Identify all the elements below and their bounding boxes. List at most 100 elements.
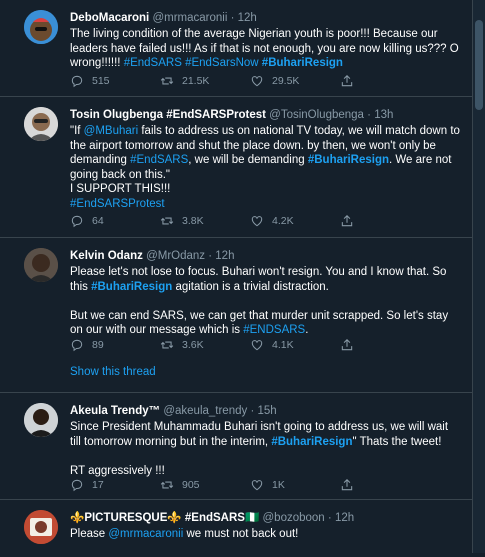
like-button[interactable]: 4.1K (250, 337, 340, 353)
author-handle[interactable]: @mrmacaronii (152, 12, 227, 24)
tweet-actions: 515 21.5K 29.5K (70, 73, 430, 89)
retweet-count: 21.5K (182, 75, 210, 87)
reply-count: 515 (92, 75, 110, 87)
retweet-icon (160, 341, 174, 349)
author-name[interactable]: ⚜️PICTURESQUE⚜️ #EndSARS🇳🇬 (70, 512, 259, 524)
like-count: 29.5K (272, 75, 300, 87)
retweet-button[interactable]: 21.5K (160, 73, 250, 89)
heart-icon (251, 340, 263, 351)
avatar[interactable] (24, 510, 58, 544)
separator: · (327, 512, 332, 524)
tweet-text-segment: . (305, 324, 309, 336)
reply-button[interactable]: 89 (70, 337, 160, 353)
tweet[interactable]: Kelvin Odanz @MrOdanz · 12h Please let's… (0, 238, 472, 393)
author-handle[interactable]: @TosinOlugbenga (269, 109, 364, 121)
tweet-text-segment: I SUPPORT THIS!!! (70, 183, 171, 195)
hashtag-link[interactable]: #BuhariResign (308, 154, 389, 166)
retweet-button[interactable]: 3.6K (160, 337, 250, 353)
author-name[interactable]: Akeula Trendy™ (70, 405, 160, 417)
share-icon (341, 339, 353, 351)
author-handle[interactable]: @bozoboon (263, 512, 325, 524)
tweet-text-segment: RT aggressively !!! (70, 464, 165, 477)
like-button[interactable]: 4.2K (250, 213, 340, 229)
mention-link[interactable]: @mrmacaronii (108, 528, 183, 540)
scrollbar[interactable] (473, 0, 485, 553)
share-button[interactable] (340, 73, 430, 89)
reply-button[interactable]: 515 (70, 73, 160, 89)
tweet-text-segment: " Thats the tweet! (352, 435, 442, 448)
like-count: 4.2K (272, 215, 294, 227)
like-button[interactable]: 29.5K (250, 73, 340, 89)
retweet-button[interactable]: 905 (160, 477, 250, 493)
tweet-actions: 17 905 1K (70, 477, 430, 493)
tweet-text-segment: Please (70, 528, 109, 540)
tweet-text-segment: , we will be demanding (188, 154, 308, 166)
avatar[interactable] (24, 248, 58, 282)
hashtag-link[interactable]: #BuhariResign (262, 57, 343, 69)
retweet-icon (160, 217, 174, 225)
heart-icon (251, 480, 263, 491)
hashtag-link[interactable]: #BuhariResign (91, 281, 172, 293)
tweet[interactable]: Akeula Trendy™ @akeula_trendy · 15h Sinc… (0, 393, 472, 500)
reply-icon (71, 339, 83, 352)
hashtag-link[interactable]: #BuhariResign (271, 436, 352, 448)
reply-icon (71, 215, 83, 228)
share-button[interactable] (340, 337, 430, 353)
timestamp[interactable]: 13h (374, 109, 393, 121)
scrollbar-thumb[interactable] (475, 20, 483, 110)
reply-button[interactable]: 17 (70, 477, 160, 493)
timestamp[interactable]: 15h (258, 405, 277, 417)
reply-button[interactable]: 64 (70, 213, 160, 229)
timestamp[interactable]: 12h (335, 512, 354, 524)
retweet-icon (160, 77, 174, 85)
avatar[interactable] (24, 403, 58, 437)
tweet[interactable]: DeboMacaroni @mrmacaronii · 12h The livi… (0, 0, 472, 97)
reply-count: 89 (92, 339, 104, 351)
share-icon (341, 479, 353, 491)
separator: · (250, 405, 255, 417)
reply-count: 17 (92, 479, 104, 491)
tweet-text: The living condition of the average Nige… (70, 27, 462, 71)
show-thread-link[interactable]: Show this thread (70, 366, 156, 378)
author-name[interactable]: Kelvin Odanz (70, 250, 143, 262)
avatar[interactable] (24, 10, 58, 44)
tweet-text: "If @MBuhari fails to address us on nati… (70, 124, 462, 211)
tweet-actions: 64 3.8K 4.2K (70, 213, 430, 229)
author-handle[interactable]: @akeula_trendy (163, 405, 247, 417)
timeline-feed: DeboMacaroni @mrmacaronii · 12h The livi… (0, 0, 473, 553)
tweet-text-segment: "If (70, 125, 84, 137)
hashtag-link[interactable]: #EndSARS (130, 154, 188, 166)
avatar[interactable] (24, 107, 58, 141)
tweet-text-segment: agitation is a trivial distraction. (172, 280, 329, 293)
timestamp[interactable]: 12h (215, 250, 234, 262)
tweet[interactable]: ⚜️PICTURESQUE⚜️ #EndSARS🇳🇬 @bozoboon · 1… (0, 500, 472, 557)
like-count: 1K (272, 479, 285, 491)
reply-icon (71, 75, 83, 88)
tweet-text: Please let's not lose to focus. Buhari w… (70, 265, 462, 338)
hashtag-link[interactable]: #EndSARS (124, 57, 182, 69)
share-icon (341, 215, 353, 227)
author-name[interactable]: DeboMacaroni (70, 12, 149, 24)
author-handle[interactable]: @MrOdanz (146, 250, 205, 262)
heart-icon (251, 216, 263, 227)
separator: · (208, 250, 213, 262)
share-button[interactable] (340, 477, 430, 493)
share-button[interactable] (340, 213, 430, 229)
author-name[interactable]: Tosin Olugbenga #EndSARSProtest (70, 109, 266, 121)
tweet-text-segment: we must not back out! (183, 528, 299, 540)
retweet-count: 905 (182, 479, 200, 491)
tweet[interactable]: Tosin Olugbenga #EndSARSProtest @TosinOl… (0, 97, 472, 238)
reply-count: 64 (92, 215, 104, 227)
heart-icon (251, 76, 263, 87)
hashtag-link[interactable]: #EndSARSProtest (70, 198, 165, 210)
share-icon (341, 75, 353, 87)
mention-link[interactable]: @MBuhari (84, 125, 139, 137)
like-button[interactable]: 1K (250, 477, 340, 493)
retweet-icon (160, 481, 174, 489)
timestamp[interactable]: 12h (238, 12, 257, 24)
retweet-count: 3.6K (182, 339, 204, 351)
retweet-button[interactable]: 3.8K (160, 213, 250, 229)
hashtag-link[interactable]: #ENDSARS (243, 324, 305, 336)
hashtag-link[interactable]: #EndSarsNow (185, 57, 259, 69)
retweet-count: 3.8K (182, 215, 204, 227)
